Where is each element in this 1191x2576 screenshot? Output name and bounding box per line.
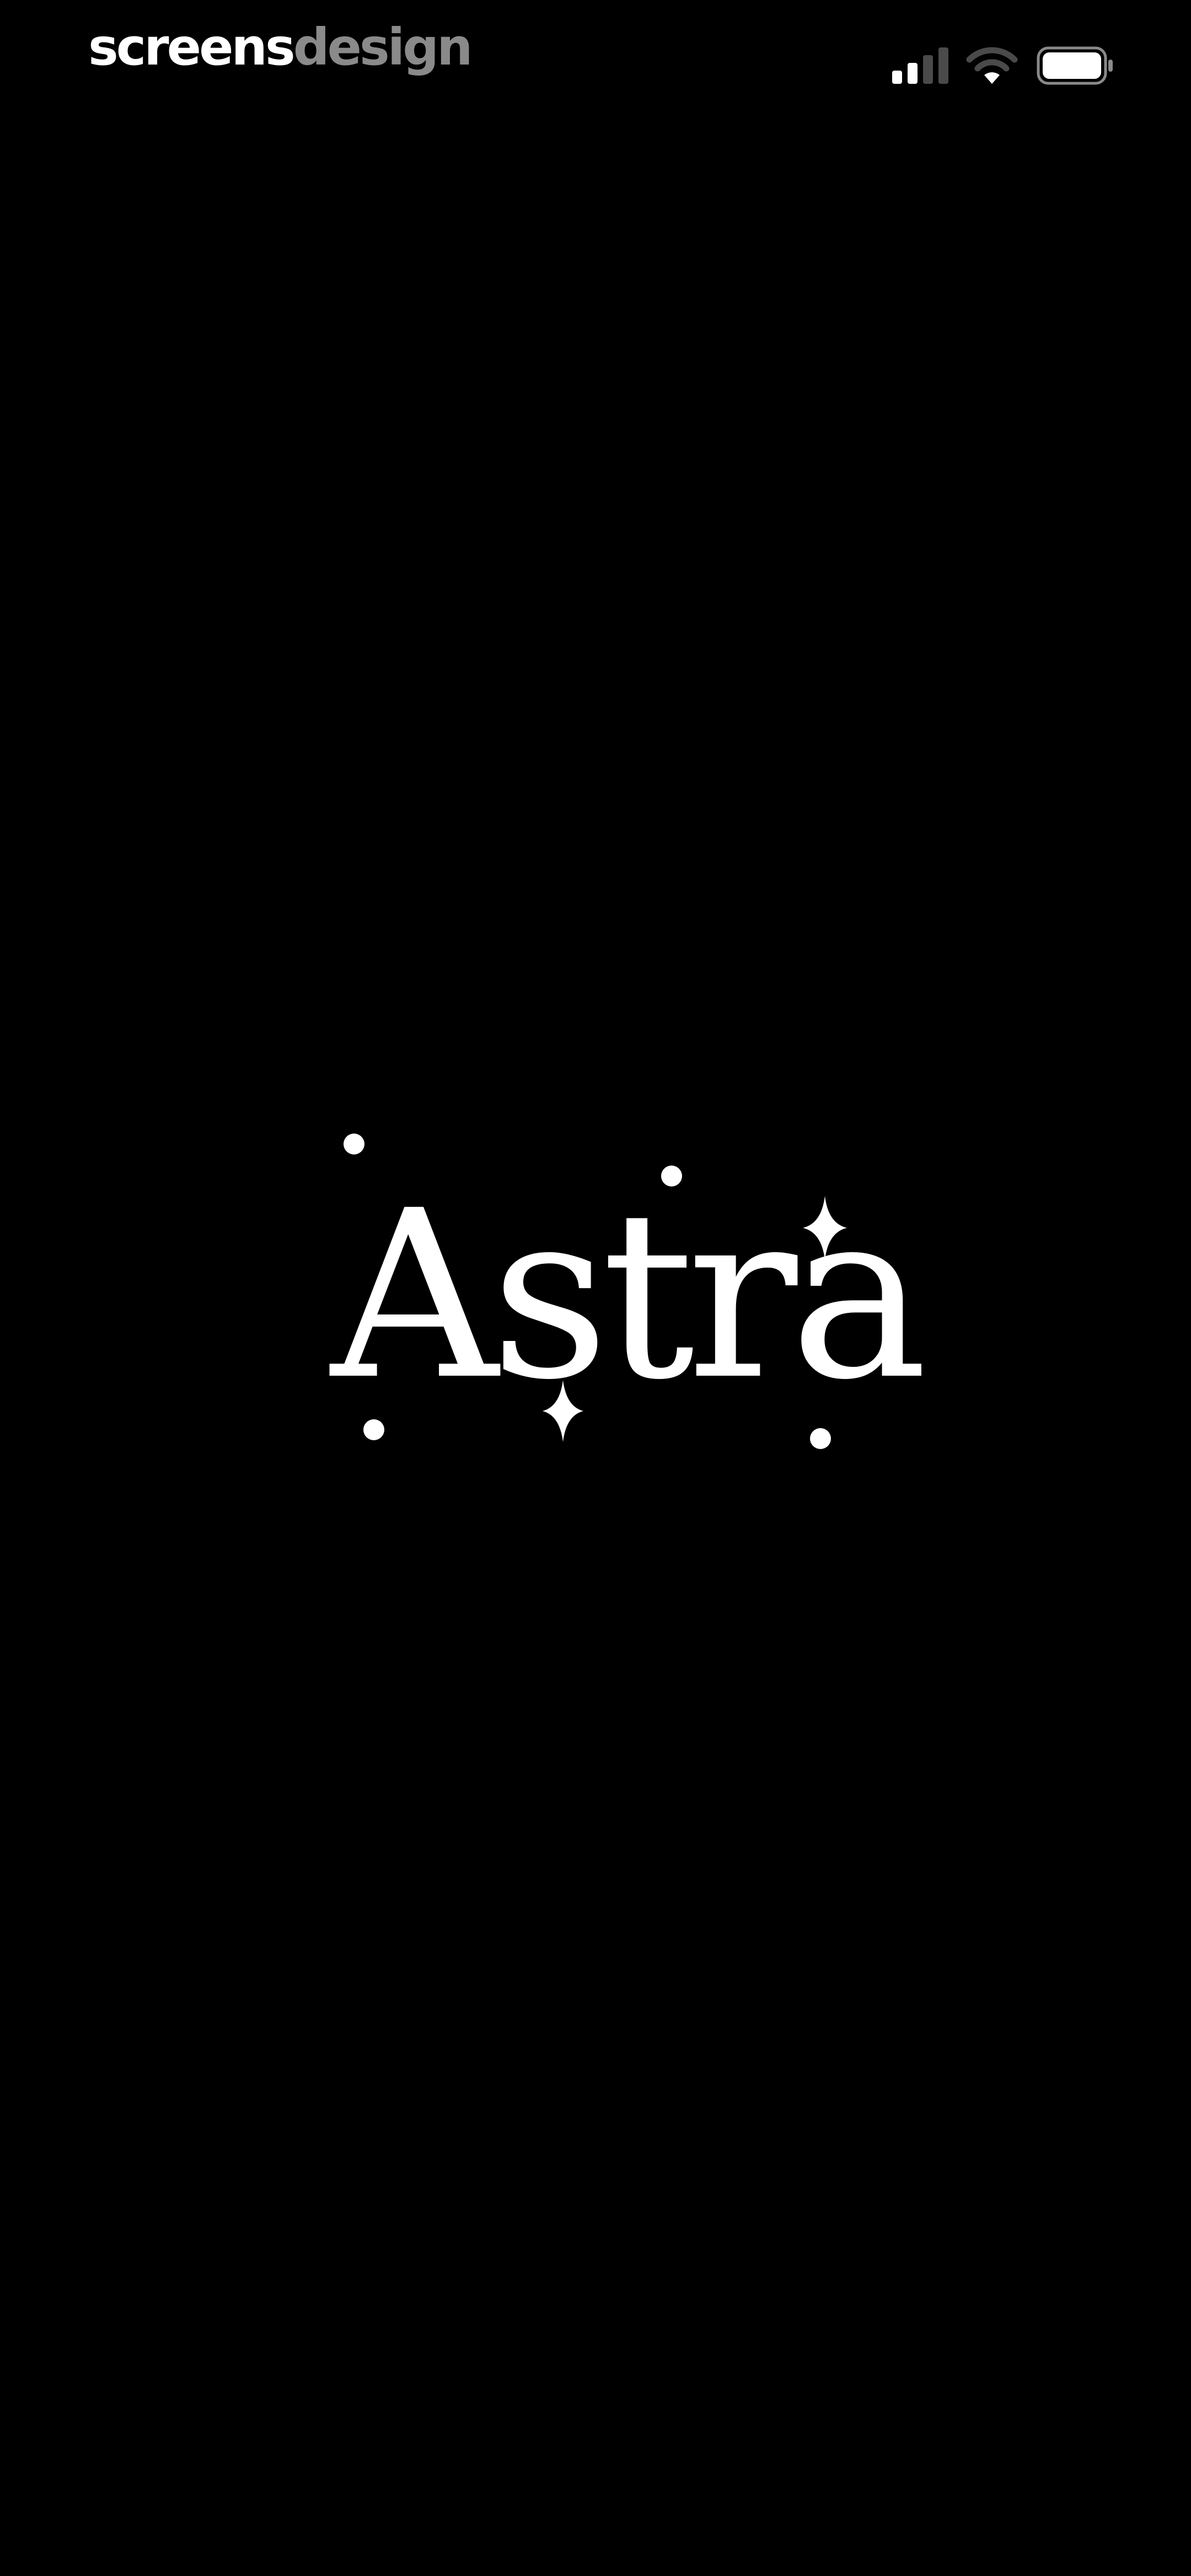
app-logo: Astra bbox=[309, 1114, 928, 1467]
dot-icon bbox=[810, 1428, 831, 1449]
sparkle-icon bbox=[803, 1196, 847, 1260]
splash-screen: Astra bbox=[0, 0, 1191, 2576]
sparkle-icon bbox=[543, 1380, 583, 1442]
dot-icon bbox=[363, 1419, 384, 1440]
dot-icon bbox=[344, 1134, 364, 1155]
dot-icon bbox=[661, 1166, 682, 1187]
app-name: Astra bbox=[331, 1161, 928, 1431]
